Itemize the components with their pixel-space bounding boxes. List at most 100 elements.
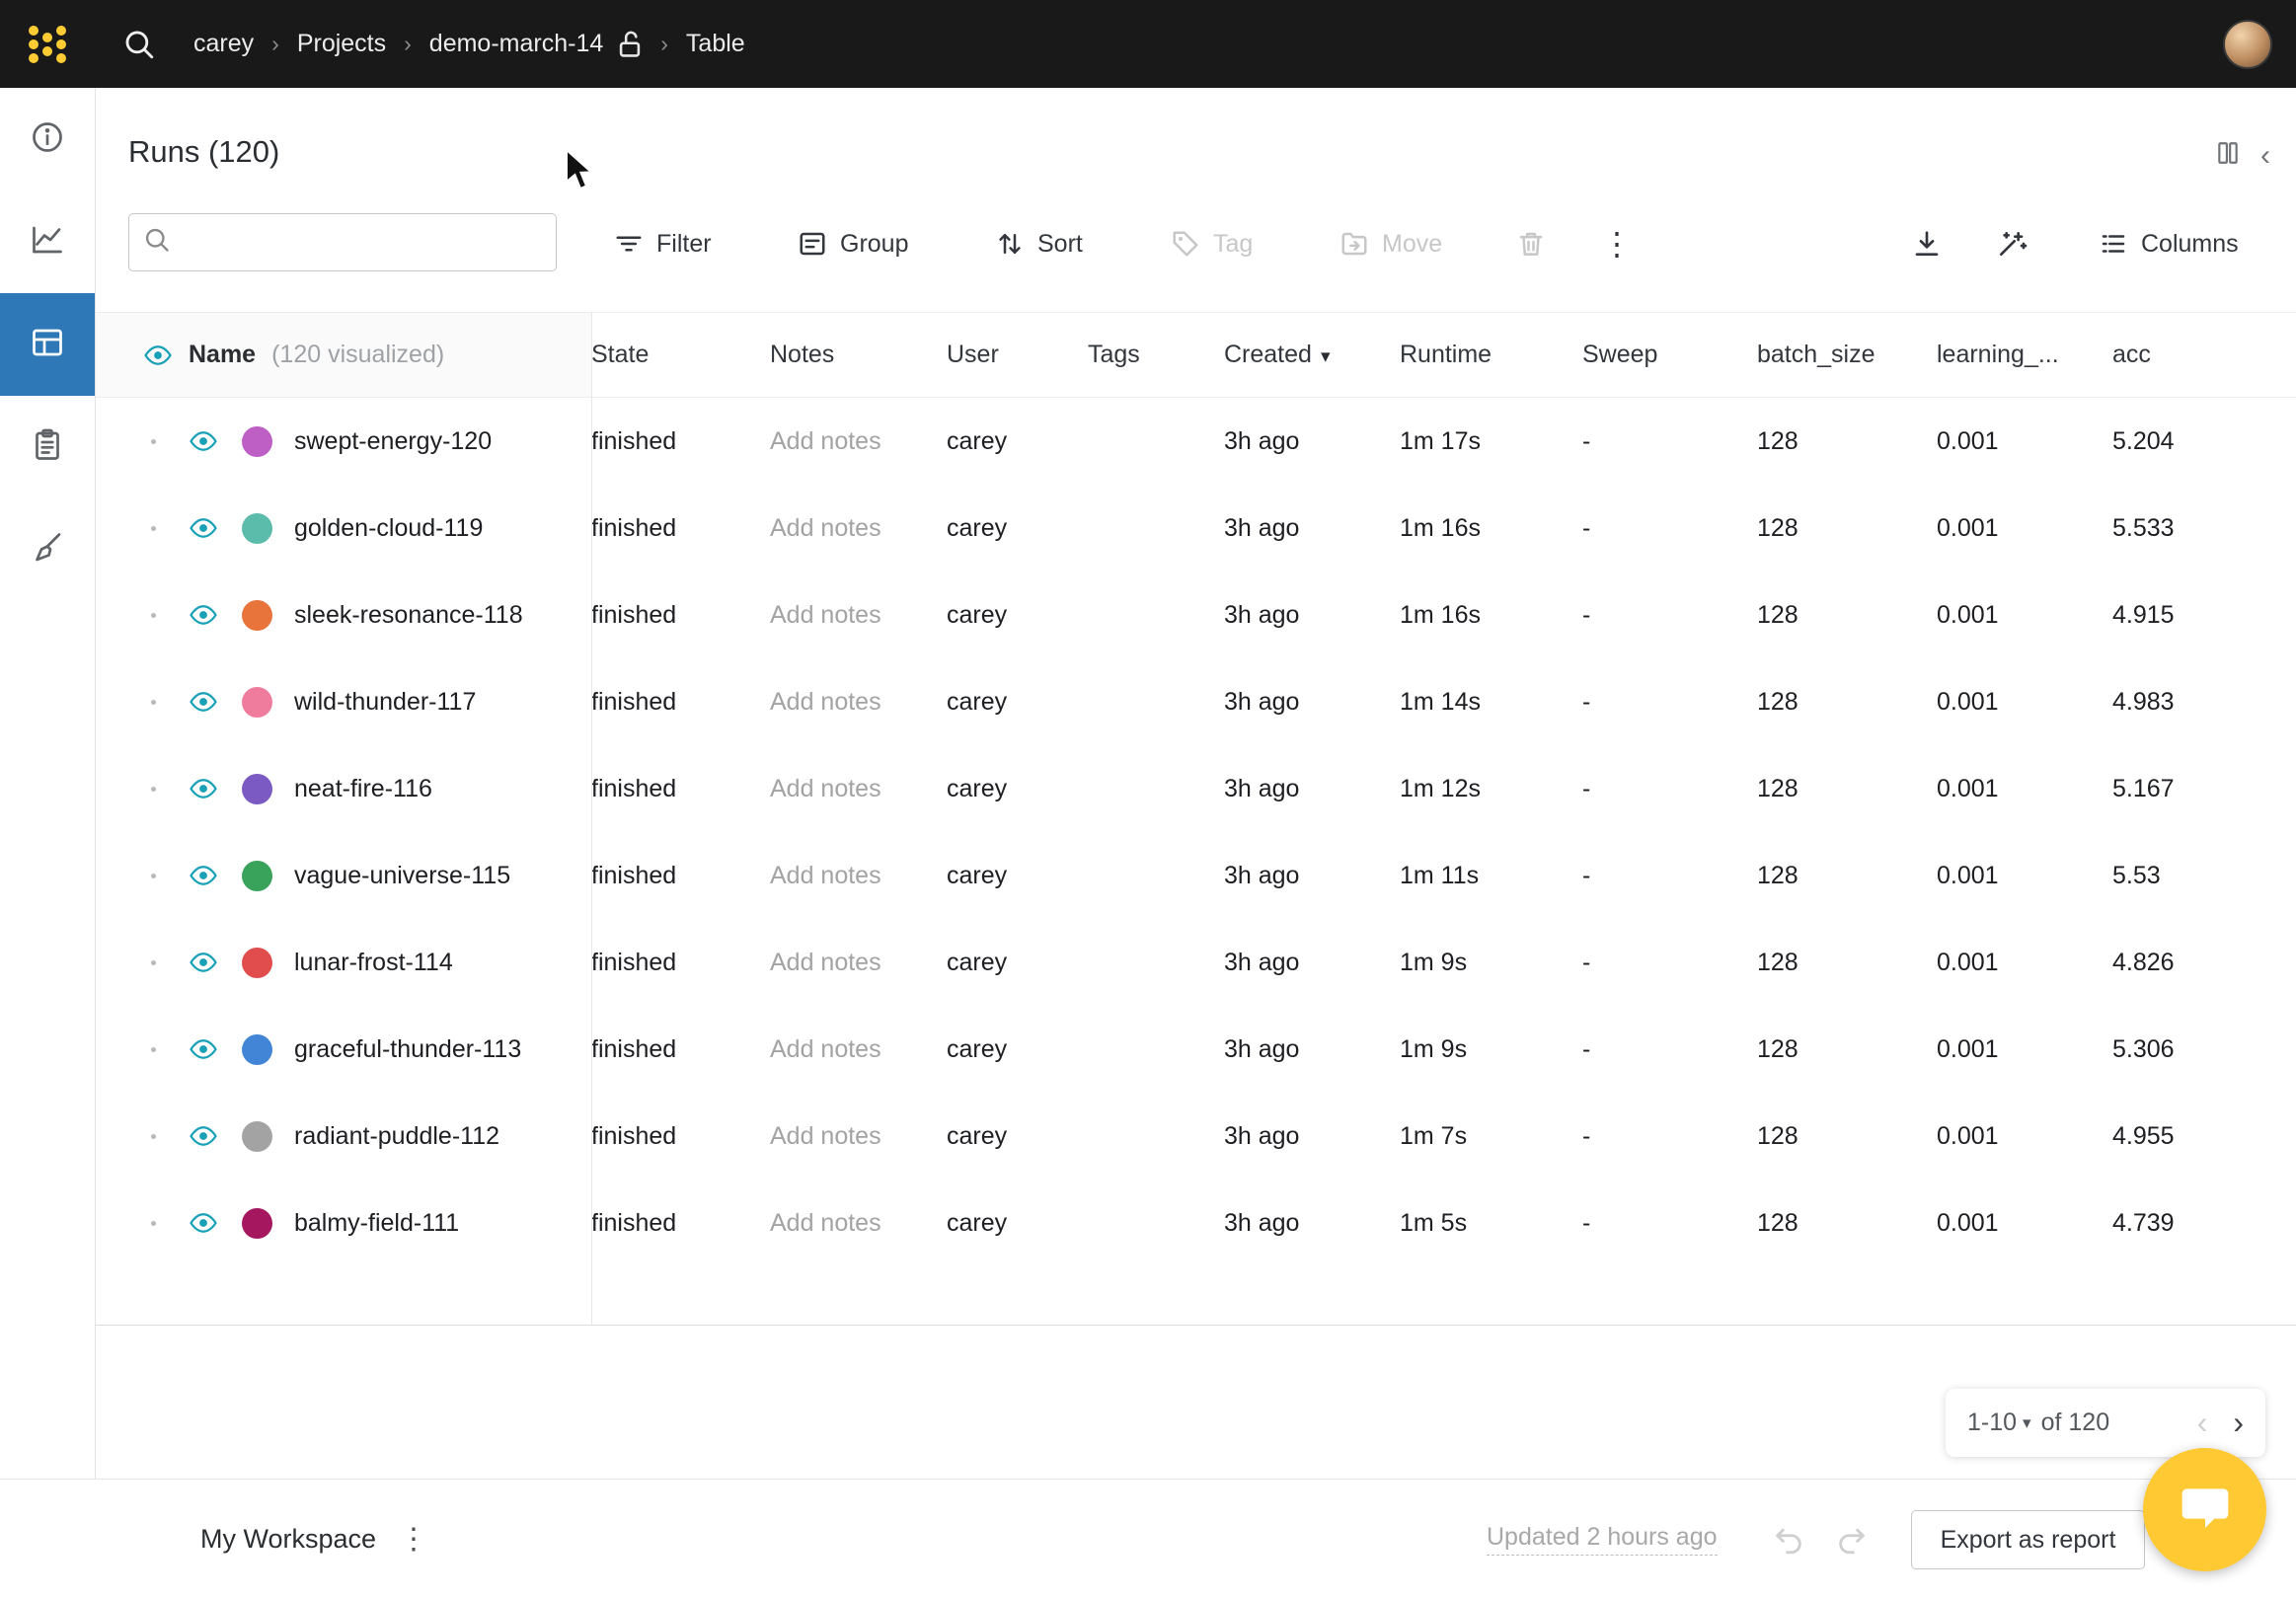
collapse-panel-icon[interactable]: ‹ — [2260, 141, 2270, 171]
table-row[interactable]: vague-universe-115 finished Add notes ca… — [96, 832, 2296, 919]
run-name-link[interactable]: swept-energy-120 — [294, 427, 492, 456]
run-notes[interactable]: Add notes — [770, 1122, 947, 1151]
visibility-eye-icon[interactable] — [189, 1212, 218, 1234]
run-name-link[interactable]: balmy-field-111 — [294, 1209, 459, 1238]
run-name-link[interactable]: neat-fire-116 — [294, 775, 432, 803]
drag-handle[interactable] — [151, 439, 156, 444]
visibility-eye-icon[interactable] — [143, 344, 173, 366]
run-notes[interactable]: Add notes — [770, 949, 947, 977]
drag-handle[interactable] — [151, 526, 156, 531]
run-notes[interactable]: Add notes — [770, 688, 947, 717]
column-header-state[interactable]: State — [591, 341, 770, 369]
table-row[interactable]: wild-thunder-117 finished Add notes care… — [96, 658, 2296, 745]
runs-search-input[interactable] — [183, 228, 542, 258]
more-options-button[interactable]: ⋮ — [1601, 219, 1633, 268]
filter-button[interactable]: Filter — [614, 219, 712, 268]
run-notes[interactable]: Add notes — [770, 1035, 947, 1064]
column-header-user[interactable]: User — [947, 341, 1088, 369]
run-name-cell: lunar-frost-114 — [96, 919, 591, 1006]
next-page-button[interactable]: › — [2233, 1405, 2244, 1441]
avatar[interactable] — [2223, 20, 2272, 69]
visibility-eye-icon[interactable] — [189, 952, 218, 973]
redo-icon[interactable] — [1835, 1523, 1869, 1557]
drag-handle[interactable] — [151, 874, 156, 878]
drag-handle[interactable] — [151, 613, 156, 618]
page-size-selector[interactable]: 1-10 ▾ — [1967, 1409, 2031, 1437]
table-row[interactable]: graceful-thunder-113 finished Add notes … — [96, 1006, 2296, 1093]
column-header-tags[interactable]: Tags — [1088, 341, 1224, 369]
sidebar-item-sweeps[interactable] — [0, 498, 95, 601]
column-header-notes[interactable]: Notes — [770, 341, 947, 369]
updated-text: Updated 2 hours ago — [1487, 1523, 1718, 1556]
run-notes[interactable]: Add notes — [770, 601, 947, 630]
drag-handle[interactable] — [151, 1134, 156, 1139]
sort-label: Sort — [1037, 230, 1083, 259]
run-created: 3h ago — [1224, 514, 1400, 543]
run-name-link[interactable]: wild-thunder-117 — [294, 688, 476, 717]
drag-handle[interactable] — [151, 960, 156, 965]
visibility-eye-icon[interactable] — [189, 430, 218, 452]
breadcrumb-project-name[interactable]: demo-march-14 — [429, 30, 603, 58]
breadcrumb-user[interactable]: carey — [193, 30, 254, 58]
run-name-link[interactable]: graceful-thunder-113 — [294, 1035, 521, 1064]
magic-wand-button[interactable] — [1996, 219, 2028, 268]
table-row[interactable]: golden-cloud-119 finished Add notes care… — [96, 485, 2296, 571]
run-name-link[interactable]: vague-universe-115 — [294, 862, 510, 890]
sidebar-item-overview[interactable] — [0, 88, 95, 190]
sort-button[interactable]: Sort — [995, 219, 1083, 268]
group-button[interactable]: Group — [798, 219, 908, 268]
export-report-button[interactable]: Export as report — [1911, 1510, 2145, 1569]
previous-page-button[interactable]: ‹ — [2197, 1405, 2208, 1441]
run-notes[interactable]: Add notes — [770, 427, 947, 456]
run-name-link[interactable]: lunar-frost-114 — [294, 949, 453, 977]
run-notes[interactable]: Add notes — [770, 862, 947, 890]
table-row[interactable]: neat-fire-116 finished Add notes carey 3… — [96, 745, 2296, 832]
workspace-selector[interactable]: My Workspace — [200, 1480, 376, 1599]
drag-handle[interactable] — [151, 700, 156, 705]
column-header-acc[interactable]: acc — [2112, 341, 2296, 369]
chat-bubble-icon — [2178, 1480, 2233, 1540]
panel-layout-icon[interactable] — [2215, 140, 2241, 171]
table-row[interactable]: balmy-field-111 finished Add notes carey… — [96, 1180, 2296, 1266]
run-name-link[interactable]: sleek-resonance-118 — [294, 601, 523, 630]
breadcrumb-page[interactable]: Table — [686, 30, 745, 58]
visibility-eye-icon[interactable] — [189, 604, 218, 626]
drag-handle[interactable] — [151, 1221, 156, 1226]
column-header-name[interactable]: Name (120 visualized) — [96, 313, 591, 397]
download-button[interactable] — [1911, 219, 1943, 268]
workspace-options-button[interactable]: ⋮ — [399, 1480, 428, 1599]
visibility-eye-icon[interactable] — [189, 778, 218, 800]
sidebar-item-charts[interactable] — [0, 190, 95, 293]
visibility-eye-icon[interactable] — [189, 1125, 218, 1147]
sidebar-item-logs[interactable] — [0, 396, 95, 498]
column-header-batch-size[interactable]: batch_size — [1757, 341, 1937, 369]
drag-handle[interactable] — [151, 1047, 156, 1052]
run-name-link[interactable]: radiant-puddle-112 — [294, 1122, 499, 1151]
visibility-eye-icon[interactable] — [189, 1038, 218, 1060]
visibility-eye-icon[interactable] — [189, 691, 218, 713]
breadcrumb-projects[interactable]: Projects — [297, 30, 386, 58]
table-row[interactable]: radiant-puddle-112 finished Add notes ca… — [96, 1093, 2296, 1180]
table-row[interactable]: sleek-resonance-118 finished Add notes c… — [96, 571, 2296, 658]
table-row[interactable]: swept-energy-120 finished Add notes care… — [96, 398, 2296, 485]
run-batch-size: 128 — [1757, 514, 1937, 543]
column-header-learning-rate[interactable]: learning_... — [1937, 341, 2112, 369]
columns-button[interactable]: Columns — [2099, 219, 2239, 268]
visibility-eye-icon[interactable] — [189, 517, 218, 539]
drag-handle[interactable] — [151, 787, 156, 792]
column-header-created[interactable]: Created▾ — [1224, 341, 1400, 369]
sidebar-item-table[interactable] — [0, 293, 95, 396]
run-name-link[interactable]: golden-cloud-119 — [294, 514, 483, 543]
column-header-sweep[interactable]: Sweep — [1582, 341, 1757, 369]
run-notes[interactable]: Add notes — [770, 1209, 947, 1238]
chat-support-button[interactable] — [2143, 1448, 2266, 1571]
run-notes[interactable]: Add notes — [770, 514, 947, 543]
undo-icon[interactable] — [1772, 1523, 1805, 1557]
wandb-logo[interactable] — [0, 0, 95, 88]
search-icon[interactable] — [122, 28, 156, 61]
run-notes[interactable]: Add notes — [770, 775, 947, 803]
column-header-runtime[interactable]: Runtime — [1400, 341, 1582, 369]
table-row[interactable]: lunar-frost-114 finished Add notes carey… — [96, 919, 2296, 1006]
mouse-cursor — [565, 148, 602, 196]
visibility-eye-icon[interactable] — [189, 865, 218, 886]
